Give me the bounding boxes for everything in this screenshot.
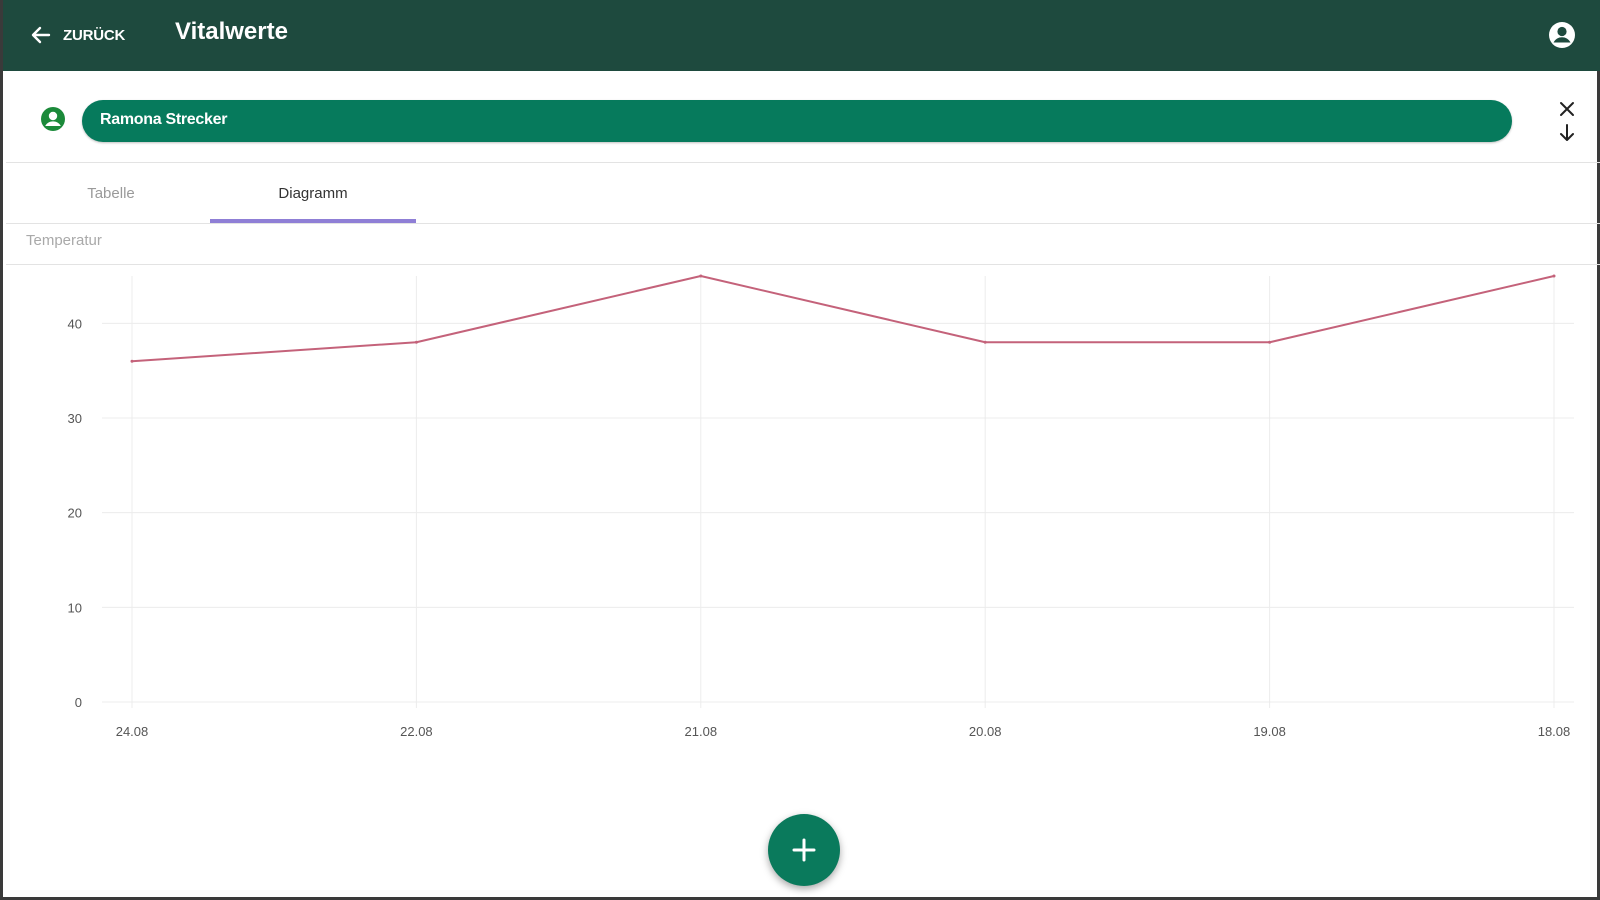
y-tick-label: 30 — [68, 411, 82, 426]
arrow-down-icon[interactable] — [1556, 122, 1578, 144]
data-point — [130, 359, 134, 363]
back-button[interactable]: ZURÜCK — [29, 20, 125, 50]
add-button[interactable] — [768, 814, 840, 886]
plus-icon — [792, 838, 816, 862]
tab-table[interactable]: Tabelle — [8, 163, 214, 223]
temperature-chart: 0 10 20 30 40 24.08 22.08 21.08 20.08 19.08 18.08 — [68, 274, 1574, 739]
app-bar: ZURÜCK Vitalwerte — [3, 0, 1600, 71]
y-tick-label: 0 — [75, 695, 82, 710]
x-tick-label: 24.08 — [116, 724, 149, 739]
data-point — [1552, 274, 1556, 278]
app-window: ZURÜCK Vitalwerte Ramona Strecker Tabell… — [0, 0, 1600, 900]
patient-icon — [41, 107, 65, 131]
x-tick-label: 19.08 — [1253, 724, 1286, 739]
x-tick-label: 20.08 — [969, 724, 1002, 739]
page-title: Vitalwerte — [175, 18, 288, 45]
x-tick-label: 21.08 — [685, 724, 718, 739]
data-point — [699, 274, 703, 278]
arrow-left-icon — [31, 26, 51, 44]
data-point — [414, 340, 418, 344]
data-point — [1268, 340, 1272, 344]
tab-bar: Tabelle Diagramm — [6, 163, 1600, 224]
x-tick-label: 18.08 — [1538, 724, 1571, 739]
back-label: ZURÜCK — [63, 26, 126, 44]
y-tick-label: 10 — [68, 600, 82, 615]
y-tick-label: 40 — [68, 316, 82, 331]
tab-diagram[interactable]: Diagramm — [210, 163, 416, 223]
close-icon[interactable] — [1556, 98, 1578, 120]
series-line — [131, 275, 1555, 363]
patient-row: Ramona Strecker — [6, 72, 1600, 163]
x-tick-label: 22.08 — [400, 724, 433, 739]
account-icon[interactable] — [1547, 20, 1577, 50]
patient-name: Ramona Strecker — [100, 111, 228, 128]
patient-selector[interactable]: Ramona Strecker — [82, 100, 1512, 142]
chart-label: Temperatur — [26, 232, 102, 249]
y-tick-label: 20 — [68, 506, 82, 521]
data-point — [983, 340, 987, 344]
